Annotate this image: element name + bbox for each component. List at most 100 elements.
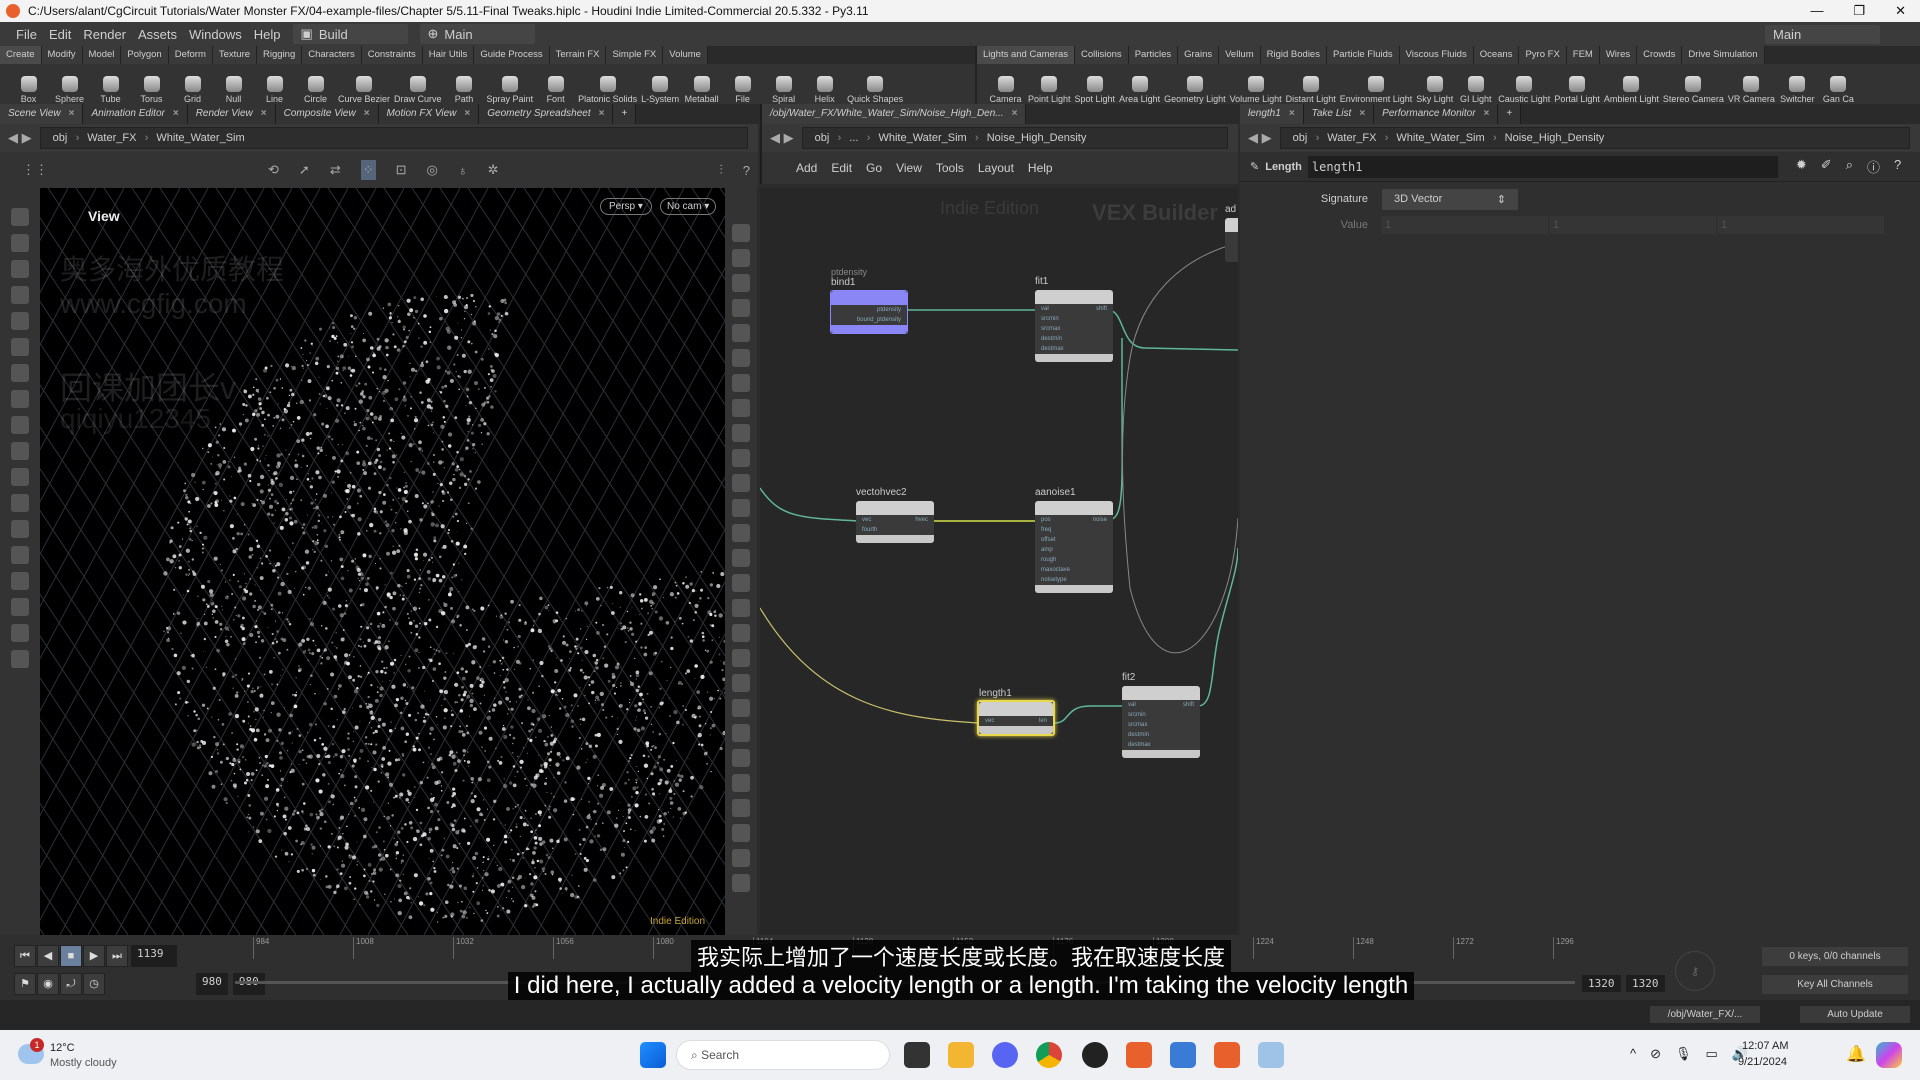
display-option-icon[interactable]: [732, 549, 750, 567]
key-all-channels-select[interactable]: Key All Channels: [1762, 975, 1908, 994]
shelf-tool[interactable]: Helix: [804, 76, 845, 104]
start-button-icon[interactable]: [640, 1042, 666, 1068]
node-input-pin[interactable]: vec len: [979, 716, 1053, 726]
menu-windows[interactable]: Windows: [189, 27, 242, 42]
pane-tab[interactable]: length1 ×: [1240, 104, 1304, 124]
network-menu-item[interactable]: Add: [796, 161, 817, 175]
realtime-icon[interactable]: ⚑: [14, 973, 36, 995]
pane-tab[interactable]: Take List ×: [1303, 104, 1375, 124]
close-tab-icon[interactable]: ×: [261, 108, 267, 119]
audio-icon[interactable]: ◉: [37, 973, 59, 995]
network-menu-item[interactable]: Tools: [936, 161, 964, 175]
shelf-tool[interactable]: Ambient Light: [1602, 76, 1661, 104]
tool-icon[interactable]: [11, 468, 29, 486]
display-option-icon[interactable]: [732, 874, 750, 892]
shelf-tab[interactable]: Collisions: [1075, 46, 1129, 64]
display-option-icon[interactable]: [732, 399, 750, 417]
shelf-tool[interactable]: Null: [213, 76, 254, 104]
go-end-button[interactable]: ⏭: [106, 945, 128, 967]
frame-icon[interactable]: ⊡: [396, 162, 407, 178]
display-option-icon[interactable]: [732, 699, 750, 717]
start-frame-field-2[interactable]: 980: [232, 973, 265, 995]
key-icon[interactable]: ⚷: [1675, 951, 1715, 991]
shelf-tool[interactable]: Sky Light: [1414, 76, 1455, 104]
close-tab-icon[interactable]: ×: [464, 108, 470, 119]
display-option-icon[interactable]: [732, 274, 750, 292]
shelf-tab[interactable]: Guide Process: [474, 46, 550, 64]
rotate-tool-icon[interactable]: ⟲: [268, 162, 279, 178]
node-length1[interactable]: length1 vec len: [977, 688, 1055, 736]
value-x-field[interactable]: 1: [1382, 216, 1548, 234]
shelf-tab[interactable]: Volume: [663, 46, 708, 64]
node-name-field[interactable]: length1: [1307, 155, 1778, 178]
display-option-icon[interactable]: [732, 674, 750, 692]
tool-icon[interactable]: [11, 650, 29, 668]
breadcrumb-item[interactable]: Noise_High_Density: [1499, 132, 1619, 144]
shelf-tool[interactable]: Circle: [295, 76, 336, 104]
snap-icon[interactable]: ⁘: [360, 160, 376, 180]
shelf-tab[interactable]: Simple FX: [606, 46, 664, 64]
camera-lens-icon[interactable]: ♁: [458, 163, 468, 178]
display-option-icon[interactable]: [732, 724, 750, 742]
shelf-tab[interactable]: Pyro FX: [1519, 46, 1567, 64]
notepad-icon[interactable]: [1170, 1042, 1196, 1068]
shelf-tool[interactable]: Quick Shapes: [845, 76, 905, 104]
houdini-app-icon[interactable]: [1126, 1042, 1152, 1068]
clock-date[interactable]: 9/21/2024: [1738, 1056, 1787, 1068]
tool-icon[interactable]: [11, 364, 29, 382]
tool-icon[interactable]: [11, 312, 29, 330]
resource-monitor-icon[interactable]: [1258, 1042, 1284, 1068]
network-menu-item[interactable]: Go: [866, 161, 882, 175]
node-input-pin[interactable]: fourth: [856, 525, 934, 535]
network-menu-item[interactable]: Layout: [978, 161, 1014, 175]
right-desktop-select[interactable]: Main: [1765, 24, 1880, 44]
pane-tab[interactable]: Motion FX View ×: [378, 104, 480, 124]
shelf-tool[interactable]: Grid: [172, 76, 213, 104]
persp-menu[interactable]: Persp ▾: [600, 198, 652, 215]
shelf-tab[interactable]: Constraints: [361, 46, 423, 64]
close-tab-icon[interactable]: ×: [1289, 108, 1295, 119]
select-tool-icon[interactable]: ➚: [299, 162, 310, 178]
tool-icon[interactable]: [11, 208, 29, 226]
shelf-tool[interactable]: Distant Light: [1284, 76, 1338, 104]
current-frame-field[interactable]: 1139: [131, 945, 177, 967]
breadcrumb-item[interactable]: obj: [47, 132, 82, 144]
breadcrumb-item[interactable]: White_Water_Sim: [872, 132, 980, 144]
output-pin[interactable]: noise: [1093, 516, 1107, 524]
pane-tab[interactable]: Render View ×: [187, 104, 276, 124]
shelf-tab[interactable]: Oceans: [1473, 46, 1520, 64]
shelf-tool[interactable]: L-System: [639, 76, 681, 104]
node-input-pin[interactable]: destmin: [1122, 730, 1200, 740]
shelf-tool[interactable]: Font: [535, 76, 576, 104]
display-options-icon[interactable]: ✲: [488, 162, 499, 178]
menu-edit[interactable]: Edit: [49, 27, 71, 42]
shelf-tool[interactable]: Spray Paint: [485, 76, 536, 104]
value-z-field[interactable]: 1: [1718, 216, 1884, 234]
output-pin[interactable]: len: [1039, 717, 1047, 725]
display-option-icon[interactable]: [732, 574, 750, 592]
display-option-icon[interactable]: [732, 749, 750, 767]
shelf-tool[interactable]: Camera: [985, 76, 1026, 104]
node-input-pin[interactable]: freq: [1035, 525, 1113, 535]
display-option-icon[interactable]: [732, 449, 750, 467]
pane-tab[interactable]: Composite View ×: [275, 104, 379, 124]
value-y-field[interactable]: 1: [1550, 216, 1716, 234]
close-button[interactable]: ✕: [1895, 3, 1906, 19]
runtime-select[interactable]: ⊕ Main: [419, 24, 535, 44]
node-aanoise1[interactable]: aanoise1 pos noise freq offset amp rough maxoct…: [1035, 487, 1113, 593]
obs-icon[interactable]: [1082, 1042, 1108, 1068]
signature-select[interactable]: 3D Vector ⇕: [1382, 188, 1518, 210]
minimize-button[interactable]: —: [1810, 3, 1823, 19]
end-frame-field-2[interactable]: 1320: [1626, 975, 1665, 992]
info-icon[interactable]: ⓘ: [1867, 157, 1880, 176]
display-option-icon[interactable]: [732, 424, 750, 442]
display-option-icon[interactable]: [732, 374, 750, 392]
tool-icon[interactable]: [11, 546, 29, 564]
network-menu-item[interactable]: Edit: [831, 161, 852, 175]
breadcrumb-item[interactable]: obj: [809, 132, 844, 144]
search-icon[interactable]: ⌕: [1846, 157, 1853, 176]
pane-tab[interactable]: Geometry Spreadsheet ×: [479, 104, 614, 124]
tool-icon[interactable]: [11, 520, 29, 538]
shelf-tool[interactable]: Caustic Light: [1496, 76, 1552, 104]
node-input-pin[interactable]: pos noise: [1035, 515, 1113, 525]
